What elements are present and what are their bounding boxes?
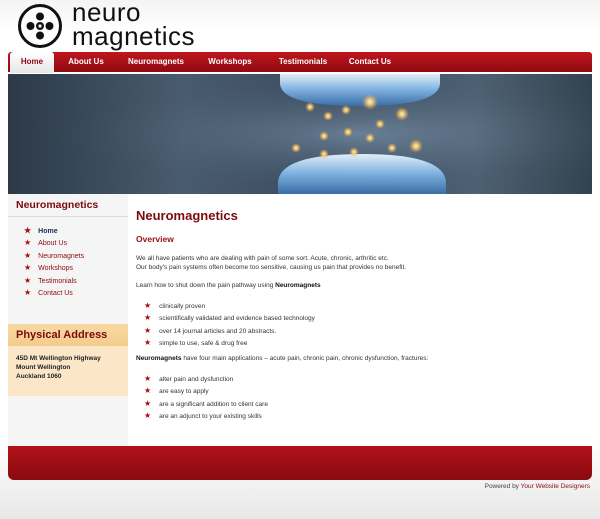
- sidebar-item-label: Testimonials: [38, 277, 77, 285]
- main-content: Neuromagnetics Overview We all have pati…: [128, 194, 592, 446]
- list-item-text: clinically proven: [159, 303, 206, 310]
- list-item-text: are an adjunct to your existing skills: [159, 413, 262, 421]
- learn-text: Learn how to shut down the pain pathway …: [136, 282, 321, 289]
- nav-workshops[interactable]: Workshops: [200, 52, 260, 72]
- applications-text-rest: have four main applications – acute pain…: [181, 355, 429, 362]
- star-bullet-icon: ★: [24, 250, 32, 260]
- sidebar-item-neuromagnets[interactable]: ★ Neuromagnets: [24, 251, 84, 263]
- sidebar-item-label: Contact Us: [38, 289, 73, 297]
- powered-by-prefix: Powered by: [484, 483, 521, 490]
- nav-contact-us[interactable]: Contact Us: [342, 52, 398, 72]
- address-lines: 45D Mt Wellington Highway Mount Wellingt…: [16, 354, 101, 381]
- intro-text-line-2: Our body's pain systems often become too…: [136, 264, 407, 271]
- applications-text-bold: Neuromagnets: [136, 355, 182, 362]
- main-nav: Home About Us Neuromagnets Workshops Tes…: [8, 52, 592, 73]
- list-item: ★ are easy to apply: [144, 386, 268, 398]
- sidebar: Neuromagnetics ★ Home ★ About Us ★ Neuromag…: [8, 194, 129, 446]
- list-item-text: scientifically validated and evidence ba…: [159, 315, 315, 323]
- intro-text-line-1: We all have patients who are dealing wit…: [136, 255, 389, 262]
- list-item: ★ over 14 journal articles and 20 abstrac…: [144, 326, 315, 338]
- list-item-text: alter pain and dysfunction: [159, 376, 234, 383]
- sidebar-item-label: About Us: [38, 240, 67, 248]
- address-line: Mount Wellington: [16, 364, 71, 371]
- star-bullet-icon: ★: [24, 263, 32, 273]
- list-item: ★ clinically proven: [144, 301, 315, 313]
- applications-text: Neuromagnets have four main applications…: [136, 355, 428, 362]
- sidebar-item-label: Workshops: [38, 265, 74, 273]
- learn-text-prefix: Learn how to shut down the pain pathway …: [136, 282, 276, 289]
- logo-line-2: magnetics: [72, 21, 195, 51]
- star-bullet-icon: ★: [144, 374, 152, 383]
- list-item: ★ are a significant addition to client ca…: [144, 399, 268, 411]
- address-line: 45D Mt Wellington Highway: [16, 355, 101, 362]
- synapse-banner-image: [8, 74, 592, 194]
- star-bullet-icon: ★: [144, 386, 152, 396]
- sidebar-item-label: Home: [38, 228, 58, 235]
- list-item: ★ are an adjunct to your existing skills: [144, 411, 268, 423]
- list-item-text: simple to use, safe & drug free: [159, 340, 248, 348]
- nav-testimonials[interactable]: Testimonials: [270, 52, 336, 72]
- list-item: ★ simple to use, safe & drug free: [144, 338, 315, 350]
- list-item-text: over 14 journal articles and 20 abstract…: [159, 327, 277, 335]
- synapse-illustration: [8, 74, 592, 194]
- star-bullet-icon: ★: [24, 226, 32, 235]
- sidebar-item-workshops[interactable]: ★ Workshops: [24, 263, 84, 275]
- list-item: ★ alter pain and dysfunction: [144, 374, 268, 386]
- star-bullet-icon: ★: [144, 301, 152, 310]
- star-bullet-icon: ★: [144, 325, 152, 335]
- sidebar-divider: [8, 216, 128, 217]
- learn-text-bold: Neuromagnets: [275, 282, 321, 289]
- nav-neuromagnets[interactable]: Neuromagnets: [120, 52, 192, 72]
- section-heading: Overview: [136, 234, 174, 244]
- star-bullet-icon: ★: [144, 313, 152, 323]
- applications-list: ★ alter pain and dysfunction ★ are easy to…: [144, 374, 268, 424]
- sidebar-item-label: Neuromagnets: [38, 252, 85, 260]
- sidebar-item-testimonials[interactable]: ★ Testimonials: [24, 276, 84, 288]
- benefits-list: ★ clinically proven ★ scientifically valid…: [144, 301, 315, 351]
- designer-link[interactable]: Your Website Designers: [521, 483, 590, 490]
- neuromagnetics-logo-icon: [18, 4, 62, 48]
- sidebar-item-home[interactable]: ★ Home: [24, 226, 84, 238]
- star-bullet-icon: ★: [24, 238, 32, 248]
- nav-home[interactable]: Home: [10, 52, 54, 73]
- physical-address-box: Physical Address 45D Mt Wellington Highw…: [8, 324, 128, 396]
- sidebar-title: Neuromagnetics: [16, 199, 99, 211]
- list-item-text: are easy to apply: [159, 388, 209, 396]
- list-item-text: are a significant addition to client car…: [159, 400, 268, 408]
- list-item: ★ scientifically validated and evidence b…: [144, 313, 315, 325]
- star-bullet-icon: ★: [144, 338, 152, 348]
- star-bullet-icon: ★: [144, 411, 152, 421]
- star-bullet-icon: ★: [144, 398, 152, 408]
- sidebar-item-contact-us[interactable]: ★ Contact Us: [24, 288, 84, 300]
- powered-by: Powered by Your Website Designers: [485, 483, 590, 490]
- footer-bar: [8, 446, 592, 480]
- sidebar-nav: ★ Home ★ About Us ★ Neuromagnets ★ Workshops…: [24, 226, 84, 300]
- page-title: Neuromagnetics: [136, 208, 238, 223]
- nav-about-us[interactable]: About Us: [60, 52, 112, 72]
- sidebar-item-about-us[interactable]: ★ About Us: [24, 238, 84, 250]
- address-heading: Physical Address: [8, 324, 128, 346]
- address-line: Auckland 1060: [16, 373, 62, 380]
- star-bullet-icon: ★: [24, 287, 32, 297]
- star-bullet-icon: ★: [24, 275, 32, 285]
- logo-wordmark: neuro magnetics: [72, 0, 195, 51]
